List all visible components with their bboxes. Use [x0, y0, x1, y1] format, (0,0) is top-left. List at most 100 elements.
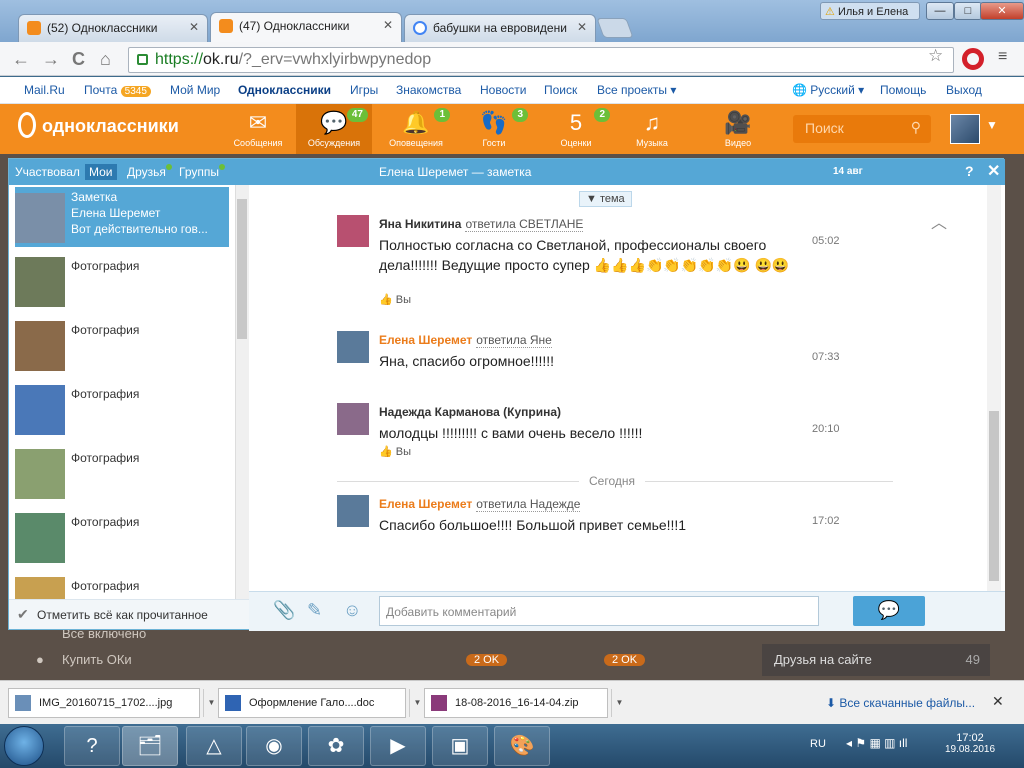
send-comment-button[interactable]: 💬 [853, 596, 925, 626]
ok-logo[interactable]: одноклассники [18, 112, 179, 140]
comment-input[interactable]: Добавить комментарий [379, 596, 819, 626]
bg-item-buy-oki[interactable]: Купить ОКи [62, 652, 132, 667]
help-link[interactable]: Помощь [880, 83, 926, 97]
minimize-button[interactable]: — [926, 2, 954, 20]
reply-to-link[interactable]: ответила СВЕТЛАНЕ [465, 217, 584, 232]
ok-nav-rating[interactable]: 5 Оценки 2 [538, 104, 614, 154]
odnoklassniki-link[interactable]: Одноклассники [238, 83, 331, 97]
maximize-button[interactable]: □ [954, 2, 982, 20]
reply-to-link[interactable]: ответила Яне [476, 333, 552, 348]
search-icon[interactable]: ⚲ [911, 119, 921, 136]
commenter-avatar[interactable] [337, 403, 369, 435]
conversation-scrollbar-thumb[interactable] [989, 411, 999, 581]
discussion-list-item[interactable]: Фотография [15, 251, 229, 311]
address-bar[interactable]: https://ok.ru/?_erv=vwhxlyirbwpynedop [128, 47, 954, 73]
tab-participated[interactable]: Участвовал [11, 164, 84, 180]
photo-viewer-icon[interactable]: ▣ [432, 726, 488, 766]
download-item[interactable]: 18-08-2016_16-14-04.zip ▼ [424, 688, 623, 718]
forward-button[interactable]: → [42, 50, 60, 68]
close-icon[interactable]: ✕ [987, 161, 1000, 181]
chevron-down-icon[interactable]: ▼ [409, 689, 425, 717]
back-button[interactable]: ← [12, 50, 30, 68]
discussion-list-item[interactable]: Фотография [15, 443, 229, 503]
news-link[interactable]: Новости [480, 83, 526, 97]
ok-nav-footprints[interactable]: 👣 Гости 3 [456, 104, 532, 154]
discussion-list-item[interactable]: Фотография [15, 571, 229, 599]
show-all-downloads-link[interactable]: ⬇ Все скачанные файлы... [826, 696, 975, 710]
ok-nav-envelope[interactable]: ✉ Сообщения [220, 104, 296, 154]
ok-nav-video-camera[interactable]: 🎥 Видео [700, 104, 776, 154]
chevron-down-icon[interactable]: ▼ [611, 689, 627, 717]
paperclip-icon[interactable]: 📎 [273, 600, 295, 621]
discussion-list-item[interactable]: Заметка Елена Шеремет Вот действительно го… [15, 187, 229, 247]
list-scrollbar-thumb[interactable] [237, 199, 247, 339]
paint-app-icon[interactable]: 🎨 [494, 726, 550, 766]
close-tab-icon[interactable]: ✕ [189, 20, 199, 34]
comment-author[interactable]: Елена Шеремет [379, 333, 472, 347]
discussion-list-item[interactable]: Фотография [15, 507, 229, 567]
logout-link[interactable]: Выход [946, 83, 982, 97]
bookmark-star-icon[interactable]: ☆ [928, 46, 943, 66]
system-clock[interactable]: 17:02 19.08.2016 [940, 732, 1000, 755]
like-indicator[interactable]: 👍 Вы [379, 293, 411, 306]
pochta-link[interactable]: Почта 5345 [84, 83, 151, 97]
all-projects-link[interactable]: Все проекты ▾ [597, 83, 676, 97]
ok-nav-bell[interactable]: 🔔 Оповещения 1 [378, 104, 454, 154]
input-language-indicator[interactable]: RU [810, 738, 826, 750]
close-icon[interactable]: ✕ [992, 693, 1004, 710]
explorer-folder-icon[interactable]: 🗂 [122, 726, 178, 766]
tab-friends[interactable]: Друзья [123, 164, 176, 180]
user-avatar[interactable] [950, 114, 980, 144]
discussion-list-item[interactable]: Фотография [15, 379, 229, 439]
download-item[interactable]: Оформление Гало....doc ▼ [218, 688, 421, 718]
games-link[interactable]: Игры [350, 83, 378, 97]
ok-search-input[interactable]: Поиск ⚲ [793, 115, 931, 143]
media-player-icon[interactable]: ▶ [370, 726, 426, 766]
chevron-down-icon[interactable]: ▼ [986, 118, 998, 132]
smiley-icon[interactable]: ☺ [343, 600, 361, 621]
close-tab-icon[interactable]: ✕ [577, 20, 587, 34]
mark-all-read-button[interactable]: ✔ Отметить всё как прочитанное [9, 599, 249, 629]
start-button[interactable] [4, 726, 44, 766]
comment-author[interactable]: Яна Никитина [379, 217, 461, 231]
window-user-badge[interactable]: ⚠ Илья и Елена [820, 2, 920, 20]
commenter-avatar[interactable] [337, 215, 369, 247]
topic-toggle-button[interactable]: ▼ тема [579, 191, 632, 207]
help-icon[interactable]: ? [965, 163, 974, 179]
chevron-up-icon[interactable]: ︿ [931, 209, 947, 233]
aimp-app-icon[interactable]: △ [186, 726, 242, 766]
download-item[interactable]: IMG_20160715_1702....jpg ▼ [8, 688, 215, 718]
comment-author[interactable]: Надежда Карманова (Куприна) [379, 405, 561, 419]
chrome-app-icon[interactable]: ◉ [246, 726, 302, 766]
tab-groups[interactable]: Группы [175, 164, 229, 180]
browser-tab-3[interactable]: бабушки на евровидени ✕ [404, 14, 596, 42]
ok-nav-chat-bubbles[interactable]: 💬 Обсуждения 47 [296, 104, 372, 154]
chevron-down-icon[interactable]: ▼ [203, 689, 219, 717]
friends-online-bar[interactable]: Друзья на сайте 49 [762, 644, 990, 676]
help-app-icon[interactable]: ? [64, 726, 120, 766]
commenter-avatar[interactable] [337, 495, 369, 527]
close-tab-icon[interactable]: ✕ [383, 18, 393, 32]
tray-icons[interactable]: ◂ ⚑ ▦ ▥ ıll [846, 736, 907, 750]
browser-tab-2[interactable]: (47) Одноклассники ✕ [210, 12, 402, 42]
price-tag[interactable]: 2 OK [466, 654, 508, 666]
tab-mine[interactable]: Мои [85, 164, 117, 180]
search-link[interactable]: Поиск [544, 83, 577, 97]
browser-menu-icon[interactable]: ≡ [998, 48, 1016, 66]
language-selector[interactable]: 🌐 Русский ▾ [792, 83, 864, 97]
like-indicator[interactable]: 👍 Вы [379, 445, 411, 458]
dating-link[interactable]: Знакомства [396, 83, 461, 97]
moy-mir-link[interactable]: Мой Мир [170, 83, 220, 97]
media-center-icon[interactable]: ✿ [308, 726, 364, 766]
home-button[interactable]: ⌂ [100, 50, 111, 68]
reply-to-link[interactable]: ответила Надежде [476, 497, 581, 512]
pencil-icon[interactable]: ✎ [307, 600, 322, 621]
comment-author[interactable]: Елена Шеремет [379, 497, 472, 511]
browser-tab-1[interactable]: (52) Одноклассники ✕ [18, 14, 208, 42]
mailru-link[interactable]: Mail.Ru [24, 83, 65, 97]
reload-button[interactable]: C [72, 50, 85, 68]
commenter-avatar[interactable] [337, 331, 369, 363]
price-tag[interactable]: 2 OK [604, 654, 646, 666]
discussion-list-item[interactable]: Фотография [15, 315, 229, 375]
opera-extension-icon[interactable] [962, 48, 984, 70]
